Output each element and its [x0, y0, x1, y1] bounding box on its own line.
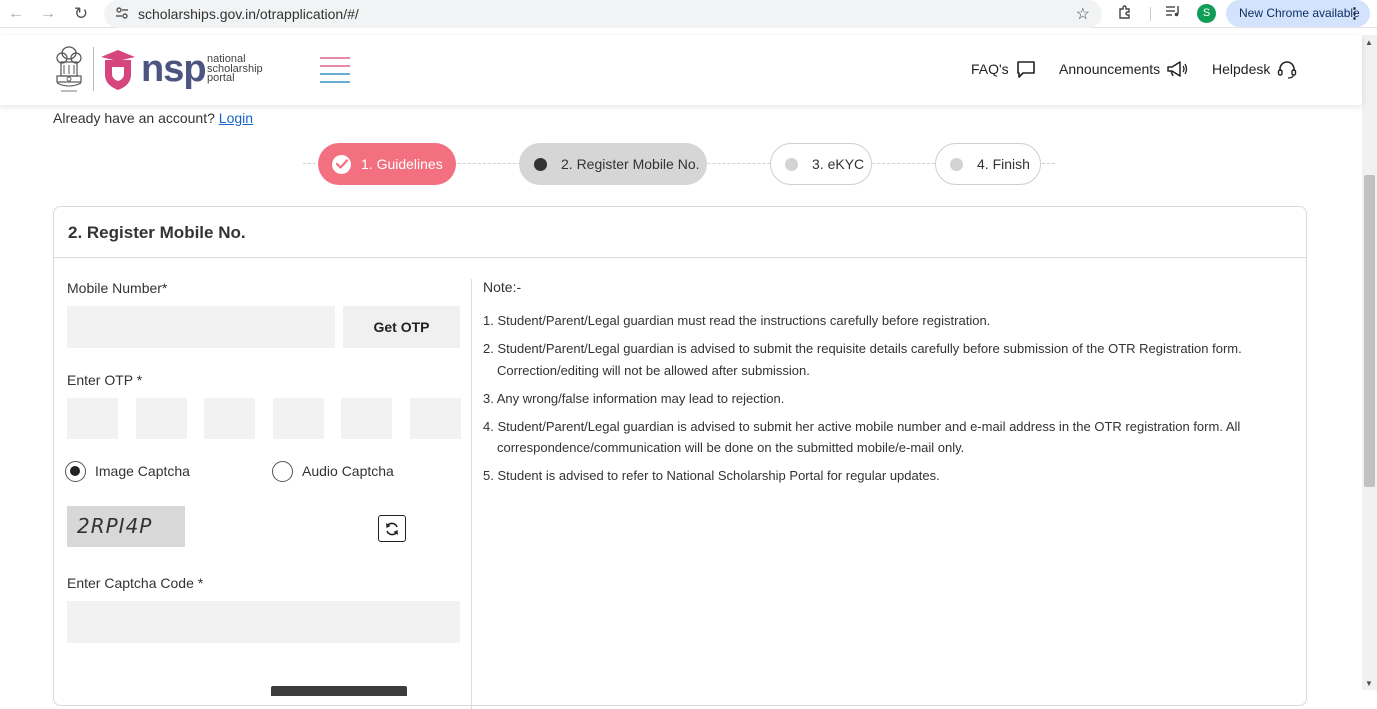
nsp-logo-icon[interactable]: [99, 49, 137, 91]
step-label: 3. eKYC: [812, 156, 865, 172]
profile-avatar[interactable]: S: [1197, 4, 1216, 23]
step-dot-icon: [785, 157, 798, 171]
reload-icon[interactable]: ↻: [71, 4, 91, 24]
hamburger-menu-icon[interactable]: [320, 57, 352, 83]
audio-captcha-label[interactable]: Audio Captcha: [302, 463, 394, 479]
browser-toolbar: ← → ↻ scholarships.gov.in/otrapplication…: [0, 0, 1377, 28]
audio-captcha-radio[interactable]: [272, 461, 293, 482]
megaphone-icon: [1167, 61, 1188, 77]
scroll-up-arrow-icon[interactable]: ▲: [1365, 38, 1373, 47]
otp-digit-6[interactable]: [410, 398, 461, 439]
captcha-code-label: Enter Captcha Code *: [67, 575, 204, 591]
logo-sub-line-3: portal: [207, 72, 235, 84]
step-dot-icon: [950, 157, 963, 171]
step-guidelines[interactable]: 1. Guidelines: [318, 143, 456, 185]
submit-button[interactable]: [271, 686, 407, 696]
step-ekyc[interactable]: 3. eKYC: [770, 143, 872, 185]
note-list: 1. Student/Parent/Legal guardian must re…: [483, 310, 1243, 493]
helpdesk-label: Helpdesk: [1212, 61, 1271, 77]
helpdesk-link[interactable]: Helpdesk: [1212, 59, 1298, 79]
extensions-icon[interactable]: [1117, 4, 1133, 24]
announcements-link[interactable]: Announcements: [1059, 59, 1188, 79]
step-dot-icon: [534, 157, 547, 171]
site-info-icon[interactable]: [114, 6, 130, 22]
otp-digit-5[interactable]: [341, 398, 392, 439]
login-link[interactable]: Login: [219, 110, 253, 126]
site-header: nsp national scholarship portal FAQ's An…: [0, 35, 1362, 105]
more-menu-icon[interactable]: ⋮: [1347, 4, 1362, 22]
bookmark-star-icon[interactable]: ☆: [1076, 4, 1090, 24]
headset-icon: [1278, 61, 1297, 79]
otp-digit-2[interactable]: [136, 398, 187, 439]
nsp-logo-subtitle: national scholarship portal: [207, 54, 263, 84]
account-prompt-text: Already have an account?: [53, 110, 215, 126]
step-label: 1. Guidelines: [361, 156, 443, 172]
chrome-update-label: New Chrome available: [1239, 6, 1360, 20]
note-item: 2. Student/Parent/Legal guardian is advi…: [483, 341, 1242, 378]
scroll-down-arrow-icon[interactable]: ▼: [1365, 679, 1373, 688]
otp-digit-3[interactable]: [204, 398, 255, 439]
step-label: 4. Finish: [977, 156, 1030, 172]
faq-label: FAQ's: [971, 61, 1009, 77]
nsp-logo-text[interactable]: nsp: [141, 48, 207, 91]
note-item: 5. Student is advised to refer to Nation…: [483, 468, 940, 483]
mobile-number-label: Mobile Number*: [67, 280, 168, 296]
radio-selected-dot: [70, 466, 80, 476]
refresh-icon: [386, 522, 398, 535]
captcha-image: 2RPI4P: [67, 506, 185, 547]
get-otp-button[interactable]: Get OTP: [343, 306, 460, 348]
otp-digit-4[interactable]: [273, 398, 324, 439]
faq-link[interactable]: FAQ's: [971, 59, 1037, 79]
toolbar-separator: [1150, 7, 1151, 21]
scroll-thumb[interactable]: [1364, 175, 1375, 487]
note-item: 3. Any wrong/false information may lead …: [483, 390, 785, 406]
otp-label: Enter OTP *: [67, 372, 143, 388]
chrome-update-button[interactable]: New Chrome available ⋮: [1226, 0, 1370, 27]
logo-divider: [93, 47, 94, 91]
column-divider: [471, 279, 472, 709]
card-divider: [54, 257, 1306, 258]
image-captcha-radio[interactable]: [65, 461, 86, 482]
mobile-number-input[interactable]: [67, 306, 335, 348]
check-icon: [332, 154, 351, 174]
step-register-mobile[interactable]: 2. Register Mobile No.: [519, 143, 707, 185]
register-mobile-card: 2. Register Mobile No. Mobile Number* Ge…: [53, 206, 1307, 709]
otp-digit-1[interactable]: [67, 398, 118, 439]
national-emblem-icon: [56, 46, 82, 92]
captcha-code-input[interactable]: [67, 601, 460, 643]
back-arrow-icon[interactable]: ←: [6, 4, 26, 24]
url-text[interactable]: scholarships.gov.in/otrapplication/#/: [138, 6, 359, 22]
note-title: Note:-: [483, 279, 522, 295]
note-item: 1. Student/Parent/Legal guardian must re…: [483, 313, 991, 328]
step-finish[interactable]: 4. Finish: [935, 143, 1041, 185]
media-controls-icon[interactable]: [1165, 4, 1181, 21]
image-captcha-label[interactable]: Image Captcha: [95, 463, 190, 479]
address-bar[interactable]: scholarships.gov.in/otrapplication/#/ ☆: [104, 0, 1102, 28]
chat-bubble-icon: [1016, 61, 1035, 78]
forward-arrow-icon[interactable]: →: [38, 4, 58, 24]
refresh-captcha-button[interactable]: [378, 515, 406, 542]
page-scrollbar[interactable]: ▲ ▼: [1362, 35, 1377, 690]
card-title: 2. Register Mobile No.: [68, 223, 246, 242]
account-prompt: Already have an account? Login: [53, 110, 253, 126]
announcements-label: Announcements: [1059, 61, 1161, 77]
note-item: 4. Student/Parent/Legal guardian is advi…: [483, 418, 1241, 456]
step-label: 2. Register Mobile No.: [561, 156, 700, 172]
